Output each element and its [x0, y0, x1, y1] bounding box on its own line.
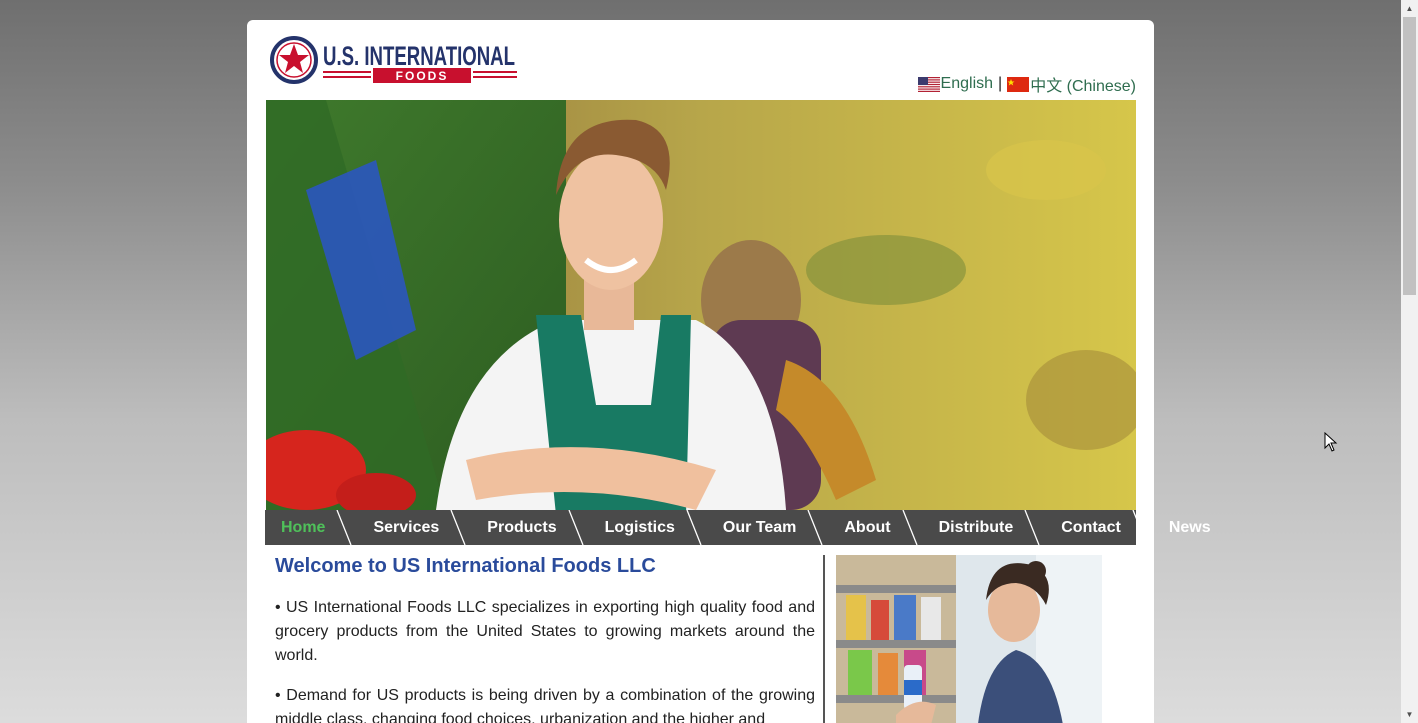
shopper-illustration — [836, 555, 1102, 723]
main-nav: Home Services Products Logistics Our Tea… — [265, 510, 1211, 545]
hero-image — [266, 100, 1136, 510]
page-title: Welcome to US International Foods LLC — [275, 555, 656, 577]
nav-link-distribute[interactable]: Distribute — [923, 519, 1014, 537]
nav-divider-icon — [686, 510, 702, 545]
lang-separator: | — [998, 75, 1003, 92]
us-flag-icon — [917, 76, 940, 92]
china-flag-icon — [1007, 76, 1030, 92]
shopper-image — [836, 555, 1102, 723]
nav-link-logistics[interactable]: Logistics — [589, 519, 675, 537]
nav-item-logistics: Logistics — [589, 510, 707, 545]
content-divider — [823, 555, 825, 723]
lang-chinese-link[interactable]: 中文 (Chinese) — [1030, 72, 1136, 96]
nav-link-news[interactable]: News — [1153, 519, 1211, 537]
language-switcher: English | 中文 (Chinese) — [917, 72, 1136, 96]
nav-item-about: About — [828, 510, 922, 545]
nav-link-services[interactable]: Services — [357, 519, 439, 537]
scroll-down-arrow-icon[interactable]: ▼ — [1401, 706, 1418, 723]
nav-divider-icon — [1132, 510, 1148, 545]
nav-link-products[interactable]: Products — [471, 519, 556, 537]
mouse-cursor-icon — [1324, 432, 1338, 452]
intro-paragraph: • US International Foods LLC specializes… — [275, 599, 815, 664]
logo-text-bottom: FOODS — [396, 69, 449, 83]
nav-link-our-team[interactable]: Our Team — [707, 519, 797, 537]
nav-link-contact[interactable]: Contact — [1045, 519, 1121, 537]
logo[interactable]: U.S. INTERNATIONAL FOODS — [269, 35, 519, 87]
scroll-up-arrow-icon[interactable]: ▲ — [1401, 0, 1418, 17]
nav-item-services: Services — [357, 510, 471, 545]
nav-divider-icon — [1024, 510, 1040, 545]
nav-item-news: News — [1153, 510, 1211, 545]
nav-item-contact: Contact — [1045, 510, 1153, 545]
nav-divider-icon — [336, 510, 353, 545]
nav-item-distribute: Distribute — [923, 510, 1046, 545]
page-container: U.S. INTERNATIONAL FOODS English | 中文 (C… — [247, 20, 1211, 723]
nav-item-products: Products — [471, 510, 588, 545]
hero-illustration — [266, 100, 1136, 510]
nav-link-about[interactable]: About — [828, 519, 890, 537]
nav-divider-icon — [901, 510, 918, 545]
main-content: Welcome to US International Foods LLC • … — [275, 555, 815, 723]
logo-text-top: U.S. INTERNATIONAL — [323, 41, 515, 71]
scroll-thumb[interactable] — [1403, 17, 1416, 295]
logo-graphic: U.S. INTERNATIONAL FOODS — [270, 36, 517, 84]
nav-item-home: Home — [265, 510, 357, 545]
nav-link-home[interactable]: Home — [265, 519, 325, 537]
lang-english-link[interactable]: English — [941, 75, 993, 93]
page-scrollbar[interactable]: ▲ ▼ — [1401, 0, 1418, 723]
nav-divider-icon — [568, 510, 584, 545]
nav-item-our-team: Our Team — [707, 510, 829, 545]
nav-divider-icon — [807, 510, 823, 545]
demand-paragraph: • Demand for US products is being driven… — [275, 687, 815, 723]
nav-divider-icon — [450, 510, 466, 545]
